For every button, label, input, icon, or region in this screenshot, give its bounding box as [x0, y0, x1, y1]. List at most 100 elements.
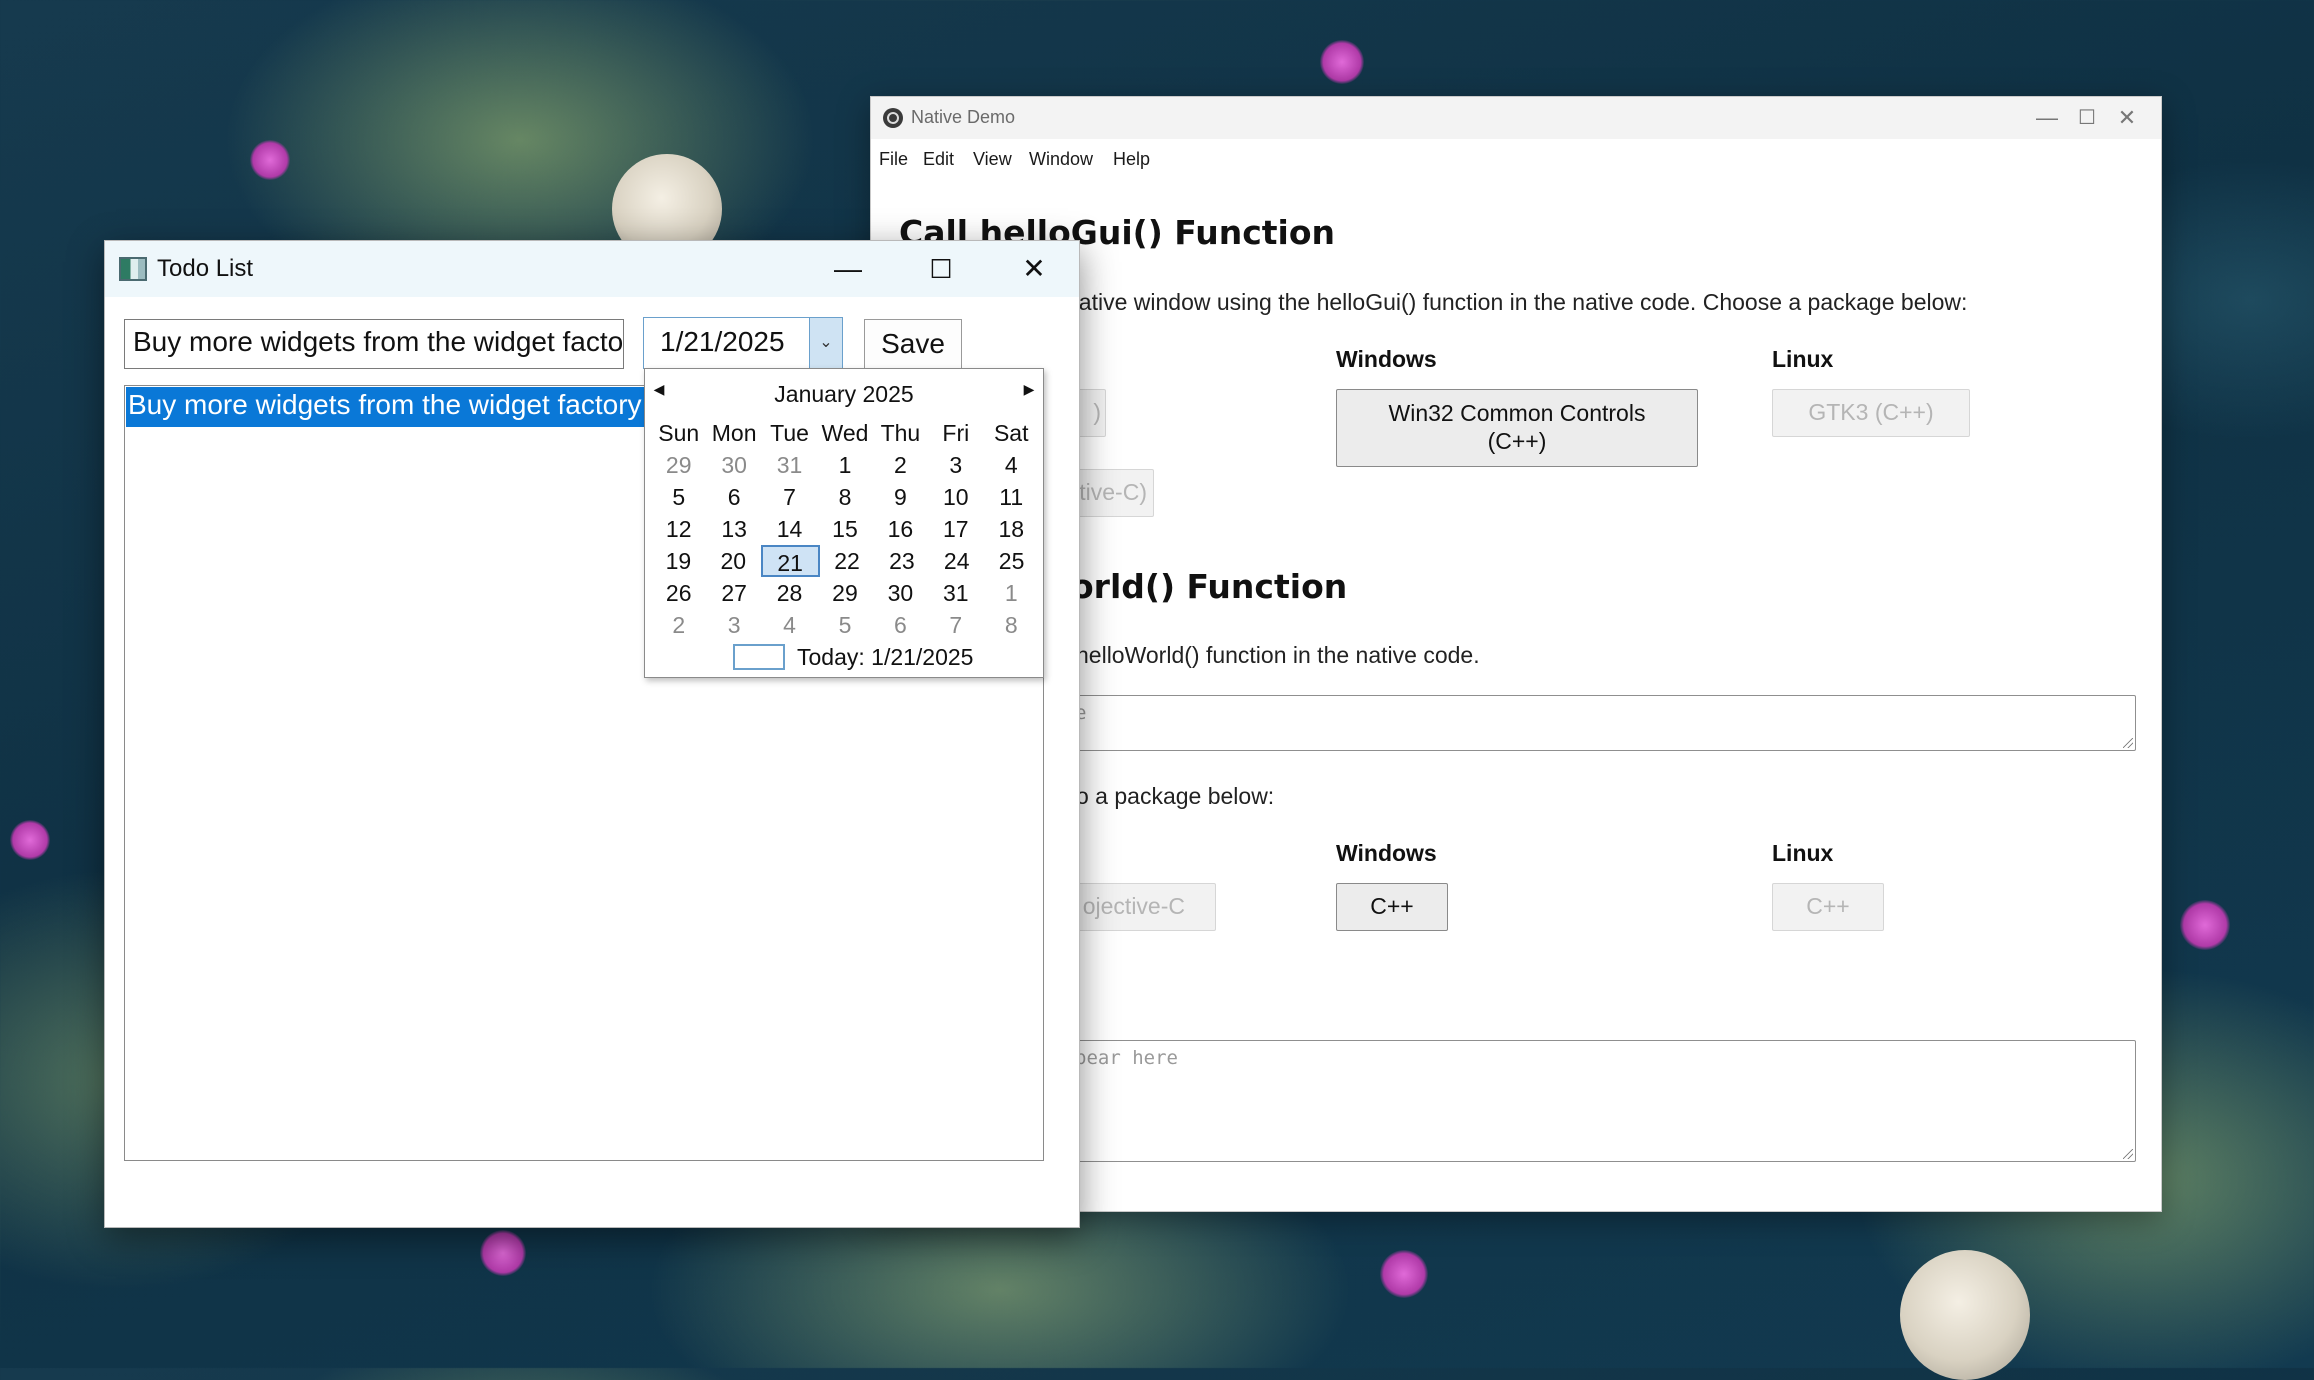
- calendar-day[interactable]: 31: [928, 577, 983, 609]
- background-hat: [1900, 1250, 2030, 1380]
- calendar-day[interactable]: 3: [928, 449, 983, 481]
- gtk3-button[interactable]: GTK3 (C++): [1772, 389, 1970, 437]
- calendar-day[interactable]: 5: [651, 481, 706, 513]
- resize-grip-icon[interactable]: [2123, 738, 2133, 748]
- calendar-day[interactable]: 13: [706, 513, 761, 545]
- section-heading-helloworld: orld() Function: [1071, 567, 1348, 606]
- calendar-day[interactable]: 15: [817, 513, 872, 545]
- calendar-day[interactable]: 1: [817, 449, 872, 481]
- calendar-day[interactable]: 7: [928, 609, 983, 641]
- calendar-day[interactable]: 6: [873, 609, 928, 641]
- calendar-grid: Sun Mon Tue Wed Thu Fri Sat 29 30 31 1 2 3 4 5 6 7 8 9 10 11…: [651, 417, 1039, 641]
- weekday-header: Sun Mon Tue Wed Thu Fri Sat: [651, 417, 1039, 449]
- calendar-week: 26 27 28 29 30 31 1: [651, 577, 1039, 609]
- calendar-day[interactable]: 8: [817, 481, 872, 513]
- list-item[interactable]: Buy more widgets from the widget factory: [126, 387, 646, 427]
- calendar-day[interactable]: 12: [651, 513, 706, 545]
- calendar-day[interactable]: 25: [984, 545, 1039, 577]
- app-icon: [883, 108, 903, 128]
- background-flower: [1320, 40, 1364, 84]
- menu-help[interactable]: Help: [1113, 149, 1150, 170]
- calendar-day[interactable]: 2: [873, 449, 928, 481]
- menu-edit[interactable]: Edit: [923, 149, 954, 170]
- calendar-week: 12 13 14 15 16 17 18: [651, 513, 1039, 545]
- calendar-day[interactable]: 18: [984, 513, 1039, 545]
- column-heading-windows: Windows: [1336, 346, 1437, 372]
- calendar-day[interactable]: 5: [817, 609, 872, 641]
- calendar-day[interactable]: 29: [817, 577, 872, 609]
- weekday-label: Wed: [821, 420, 869, 446]
- calendar-day[interactable]: 9: [873, 481, 928, 513]
- calendar-month-label[interactable]: January 2025: [645, 381, 1043, 408]
- section-description: native window using the helloGui() funct…: [1066, 289, 1968, 315]
- native-demo-titlebar[interactable]: Native Demo — ☐ ✕: [871, 97, 2161, 139]
- window-title: Native Demo: [911, 107, 1016, 127]
- section-description: helloWorld() function in the native code…: [1076, 642, 1480, 668]
- calendar-day[interactable]: 30: [873, 577, 928, 609]
- calendar-day[interactable]: 2: [651, 609, 706, 641]
- calendar-day[interactable]: 4: [984, 449, 1039, 481]
- background-flower: [480, 1230, 526, 1276]
- menu-view[interactable]: View: [973, 149, 1012, 170]
- background-flower: [2180, 900, 2230, 950]
- background-flower: [250, 140, 290, 180]
- calendar-day[interactable]: 19: [651, 545, 706, 577]
- calendar-day[interactable]: 24: [929, 545, 984, 577]
- maximize-icon[interactable]: ☐: [906, 247, 976, 291]
- close-icon[interactable]: ✕: [2097, 101, 2157, 135]
- calendar-day[interactable]: 7: [762, 481, 817, 513]
- resize-grip-icon[interactable]: [2123, 1149, 2133, 1159]
- column-heading-windows: Windows: [1336, 840, 1437, 866]
- weekday-label: Fri: [942, 420, 970, 446]
- macos-objc-button[interactable]: ojective-C: [1064, 883, 1216, 931]
- win32-button[interactable]: Win32 Common Controls (C++): [1336, 389, 1698, 467]
- output-textarea[interactable]: pear here: [1066, 1040, 2136, 1162]
- calendar-day[interactable]: 27: [706, 577, 761, 609]
- date-value: 1/21/2025: [660, 326, 785, 357]
- calendar-week: 2345678: [651, 609, 1039, 641]
- save-button[interactable]: Save: [864, 319, 962, 369]
- calendar-day[interactable]: 16: [873, 513, 928, 545]
- menu-window[interactable]: Window: [1029, 149, 1093, 170]
- todo-titlebar[interactable]: Todo List — ☐ ✕: [105, 241, 1079, 297]
- calendar-day[interactable]: 3: [706, 609, 761, 641]
- linux-cpp-button[interactable]: C++: [1772, 883, 1884, 931]
- close-icon[interactable]: ✕: [999, 247, 1069, 291]
- date-picker[interactable]: 1/21/2025 ⌄: [643, 317, 843, 369]
- minimize-icon[interactable]: —: [813, 247, 883, 291]
- calendar-day[interactable]: 10: [928, 481, 983, 513]
- weekday-label: Sat: [993, 420, 1029, 446]
- calendar-day[interactable]: 23: [874, 545, 929, 577]
- calendar-day[interactable]: 28: [762, 577, 817, 609]
- calendar-week: 19 20 21 22 23 24 25: [651, 545, 1039, 577]
- calendar-day[interactable]: 4: [762, 609, 817, 641]
- calendar-week: 29 30 31 1 2 3 4: [651, 449, 1039, 481]
- todo-text-input[interactable]: Buy more widgets from the widget factory: [124, 319, 624, 369]
- calendar-day[interactable]: 31: [762, 449, 817, 481]
- calendar-day[interactable]: 11: [984, 481, 1039, 513]
- weekday-label: Tue: [770, 420, 809, 446]
- calendar-day[interactable]: 22: [820, 545, 875, 577]
- menu-file[interactable]: File: [879, 149, 908, 170]
- section-description: o a package below:: [1076, 783, 1275, 809]
- calendar-day[interactable]: 20: [706, 545, 761, 577]
- column-heading-linux: Linux: [1772, 840, 1834, 866]
- calendar-day[interactable]: 21: [760, 545, 820, 577]
- calendar-day[interactable]: 26: [651, 577, 706, 609]
- column-heading-linux: Linux: [1772, 346, 1834, 372]
- chevron-down-icon[interactable]: ⌄: [809, 318, 842, 368]
- input-textarea[interactable]: e: [1066, 695, 2136, 751]
- calendar-day[interactable]: 17: [928, 513, 983, 545]
- window-title: Todo List: [157, 255, 254, 282]
- calendar-day[interactable]: 8: [984, 609, 1039, 641]
- calendar-day[interactable]: 6: [706, 481, 761, 513]
- calendar-popup: ◀ ▶ January 2025 Sun Mon Tue Wed Thu Fri Sat 29…: [644, 368, 1044, 678]
- weekday-label: Sun: [658, 420, 700, 446]
- calendar-day[interactable]: 1: [984, 577, 1039, 609]
- calendar-day[interactable]: 30: [706, 449, 761, 481]
- calendar-day[interactable]: 29: [651, 449, 706, 481]
- calendar-today-link[interactable]: Today: 1/21/2025: [797, 644, 973, 671]
- windows-cpp-button[interactable]: C++: [1336, 883, 1448, 931]
- calendar-week: 5 6 7 8 9 10 11: [651, 481, 1039, 513]
- calendar-day[interactable]: 14: [762, 513, 817, 545]
